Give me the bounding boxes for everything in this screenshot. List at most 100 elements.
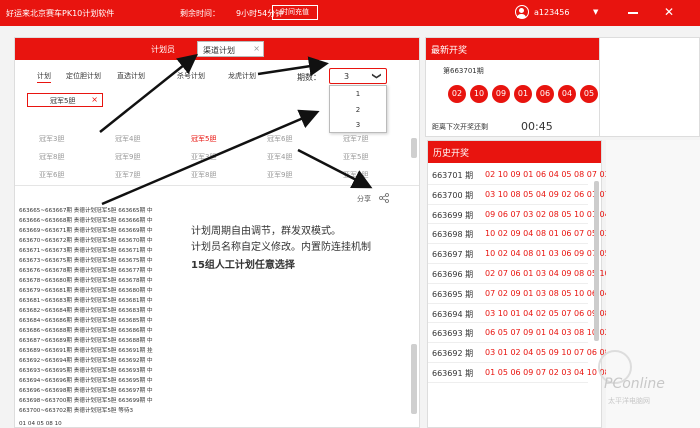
planner-select-value: 渠道计划	[203, 46, 235, 55]
group-item[interactable]: 亚军7胆	[115, 170, 140, 180]
history-numbers: 01 05 06 09 07 02 03 04 10 08	[485, 368, 610, 377]
planner-clear-icon[interactable]: ×	[253, 44, 260, 53]
period-option-3[interactable]: 3	[330, 118, 386, 133]
group-item[interactable]: 亚军3胆	[343, 170, 368, 180]
history-title: 历史开奖	[433, 149, 470, 159]
period-count-label: 期数：	[297, 73, 321, 82]
period-option-2[interactable]: 2	[330, 103, 386, 118]
period-count-value: 3	[344, 72, 350, 81]
log-line: 663689~663691期 贵德计划冠军5胆 663691期 挂	[19, 348, 153, 354]
history-row: 663695 期 07 02 09 01 03 08 05 10 06 04	[428, 284, 610, 304]
feature-note-3: 15组人工计划任意选择	[191, 260, 295, 271]
group-item[interactable]: 冠军4胆	[115, 134, 140, 144]
period-count-dropdown: 1 2 3	[329, 85, 387, 133]
remaining-time-label: 剩余时间：	[180, 9, 220, 18]
log-line: 663665~663667期 贵德计划冠军5胆 663665期 中	[19, 208, 153, 214]
history-numbers: 10 02 09 04 08 01 06 07 05 03	[485, 229, 610, 239]
history-numbers: 02 07 06 01 03 04 09 08 05 10	[485, 269, 610, 278]
countdown-value: 00:45	[521, 120, 553, 133]
group-item[interactable]: 亚军3胆	[191, 152, 216, 162]
username[interactable]: a123456	[534, 8, 569, 17]
log-line: 663681~663683期 贵德计划冠军5胆 663681期 中	[19, 298, 153, 304]
app-title: 好运来北京赛车PK10计划软件	[6, 9, 115, 18]
watermark-brand: PConline	[604, 376, 665, 392]
planner-panel: 计划员 渠道计划 × 计划 定位胆计划 直选计划 杀号计划 龙虎计划 期数： 3…	[14, 37, 420, 428]
planner-label: 计划员	[151, 45, 175, 54]
latest-draw-header: 最新开奖	[426, 38, 599, 60]
tab-position-dan[interactable]: 定位胆计划	[66, 71, 101, 82]
group-item[interactable]: 亚军9胆	[267, 170, 292, 180]
group-item[interactable]: 亚军4胆	[267, 152, 292, 162]
group-item[interactable]: 冠军8胆	[39, 152, 64, 162]
history-numbers: 10 02 04 08 01 03 06 09 07 05	[485, 249, 610, 259]
history-numbers: 09 06 07 03 02 08 05 10 01 04	[485, 209, 610, 219]
log-line: 663670~663672期 贵德计划冠军5胆 663670期 中	[19, 238, 153, 244]
selected-group-label: 冠军5胆	[50, 97, 76, 105]
draw-ball: 02	[448, 85, 466, 103]
log-line: 663671~663673期 贵德计划冠军5胆 663671期 中	[19, 248, 153, 254]
history-numbers: 07 02 09 01 03 08 05 10 06 04	[485, 288, 610, 298]
log-line: 01 04 05 08 10	[19, 421, 62, 427]
latest-draw-extension	[600, 37, 700, 137]
close-window-icon[interactable]: ✕	[664, 5, 674, 19]
tab-dragon-tiger[interactable]: 龙虎计划	[228, 71, 256, 82]
user-avatar-icon[interactable]	[515, 5, 529, 19]
history-row: 663693 期 06 05 07 09 01 04 03 08 10 02	[428, 323, 610, 344]
log-line: 663696~663698期 贵德计划冠军5胆 663697期 中	[19, 388, 153, 394]
history-row: 663699 期 09 06 07 03 02 08 05 10 01 04	[428, 205, 610, 225]
history-period: 663701 期	[432, 171, 474, 180]
log-line: 663700~663702期 贵德计划冠军5胆 等待3	[19, 408, 134, 414]
group-item[interactable]: 亚军5胆	[343, 152, 368, 162]
history-row: 663691 期 01 05 06 09 07 02 03 04 10 08	[428, 363, 610, 383]
tab-direct[interactable]: 直选计划	[117, 71, 145, 82]
log-line: 663676~663678期 贵德计划冠军5胆 663677期 中	[19, 268, 153, 274]
history-row: 663696 期 02 07 06 01 03 04 09 08 05 10	[428, 264, 610, 284]
remove-tag-icon[interactable]: ×	[91, 95, 98, 104]
history-period: 663691 期	[432, 369, 474, 378]
group-item[interactable]: 冠军7胆	[343, 134, 368, 144]
feature-note-2: 计划员名称自定义修改。内置防连挂机制	[191, 242, 371, 253]
history-period: 663695 期	[432, 289, 474, 299]
history-header: 历史开奖	[428, 141, 601, 163]
history-period: 663699 期	[432, 210, 474, 220]
share-label[interactable]: 分享	[357, 194, 371, 204]
history-row: 663694 期 03 10 01 04 02 05 07 06 09 08	[428, 304, 610, 324]
share-icon[interactable]	[379, 193, 389, 203]
log-line: 663692~663694期 贵德计划冠军5胆 663692期 中	[19, 358, 153, 364]
history-panel: 历史开奖 663701 期 02 10 09 01 06 04 05 08 07 …	[427, 140, 610, 428]
recharge-button[interactable]: 时间充值	[272, 5, 318, 20]
group-scrollbar[interactable]	[411, 138, 417, 158]
feature-note-1: 计划周期自由调节，群发双模式。	[191, 226, 341, 237]
draw-ball: 09	[492, 85, 510, 103]
log-line: 663679~663681期 贵德计划冠军5胆 663680期 中	[19, 288, 153, 294]
log-line: 663694~663696期 贵德计划冠军5胆 663695期 中	[19, 378, 153, 384]
group-item[interactable]: 冠军9胆	[115, 152, 140, 162]
history-period: 663697 期	[432, 250, 474, 260]
history-period: 663694 期	[432, 309, 474, 319]
log-line: 663693~663695期 贵德计划冠军5胆 663693期 中	[19, 368, 153, 374]
history-scrollbar[interactable]	[594, 181, 599, 341]
group-item-selected[interactable]: 冠军5胆	[191, 134, 216, 144]
history-row: 663700 期 03 10 08 05 04 09 02 06 01 07	[428, 185, 610, 205]
group-item[interactable]: 冠军6胆	[267, 134, 292, 144]
latest-draw-panel: 最新开奖 第663701期 02 10 09 01 06 04 05 08 07…	[425, 37, 664, 137]
minimize-icon[interactable]	[628, 12, 638, 14]
period-count-select[interactable]: 3 ❯	[329, 68, 387, 84]
planner-select[interactable]: 渠道计划 ×	[197, 41, 264, 57]
tab-plan[interactable]: 计划	[37, 71, 51, 83]
log-scrollbar[interactable]	[411, 344, 417, 414]
history-numbers: 03 10 01 04 02 05 07 06 09 08	[485, 308, 610, 318]
planner-header: 计划员 渠道计划 ×	[15, 38, 419, 60]
period-option-1[interactable]: 1	[330, 87, 386, 102]
draw-ball: 10	[470, 85, 488, 103]
tab-kill-number[interactable]: 杀号计划	[177, 71, 205, 82]
history-numbers: 03 01 02 04 05 09 10 07 06 08	[485, 348, 610, 358]
group-item[interactable]: 亚军6胆	[39, 170, 64, 180]
user-menu-caret-icon[interactable]: ▼	[593, 8, 598, 16]
draw-ball: 05	[580, 85, 598, 103]
group-item[interactable]: 亚军8胆	[191, 170, 216, 180]
draw-ball: 04	[558, 85, 576, 103]
group-item[interactable]: 冠军3胆	[39, 134, 64, 144]
history-row: 663692 期 03 01 02 04 05 09 10 07 06 08	[428, 343, 610, 363]
log-line: 663673~663675期 贵德计划冠军5胆 663675期 中	[19, 258, 153, 264]
